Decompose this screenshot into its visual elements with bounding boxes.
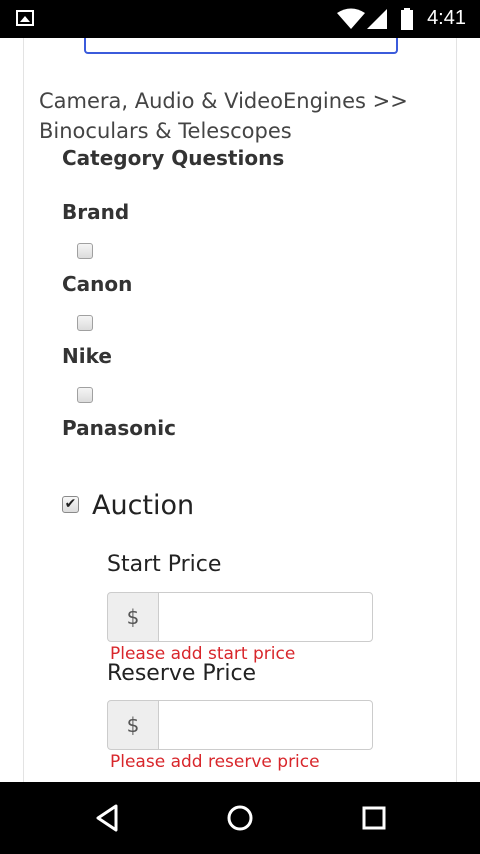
- status-bar: 4:41: [0, 0, 480, 38]
- clock: 4:41: [427, 7, 466, 29]
- title-input[interactable]: [84, 38, 398, 54]
- back-icon[interactable]: [92, 802, 124, 834]
- reserve-price-error: Please add reserve price: [110, 752, 320, 772]
- home-icon[interactable]: [224, 802, 256, 834]
- category-questions-title: Category Questions: [62, 146, 285, 170]
- start-price-group: $: [107, 592, 373, 642]
- brand-checkbox-panasonic[interactable]: [77, 387, 93, 403]
- start-price-label: Start Price: [107, 552, 222, 577]
- brand-checkbox-canon[interactable]: [77, 243, 93, 259]
- wifi-icon: [337, 8, 365, 29]
- auction-label: Auction: [92, 490, 195, 521]
- reserve-price-group: $: [107, 700, 373, 750]
- reserve-price-input[interactable]: [158, 700, 373, 750]
- currency-addon: $: [107, 700, 159, 750]
- checkmark-icon: ✔: [64, 496, 77, 512]
- navigation-bar: [0, 782, 480, 854]
- signal-icon: [367, 9, 387, 29]
- reserve-price-label: Reserve Price: [107, 661, 257, 686]
- brand-option-canon: Canon: [62, 272, 133, 296]
- category-breadcrumb: Camera, Audio & VideoEngines >> Binocula…: [39, 89, 408, 143]
- auction-checkbox[interactable]: ✔: [62, 496, 79, 513]
- listing-form: Camera, Audio & VideoEngines >> Binocula…: [0, 38, 480, 782]
- start-price-input[interactable]: [158, 592, 373, 642]
- brand-checkbox-nike[interactable]: [77, 315, 93, 331]
- image-notification-icon: [16, 10, 34, 26]
- brand-option-panasonic: Panasonic: [62, 416, 176, 440]
- brand-question-label: Brand: [62, 200, 130, 224]
- battery-icon: [401, 8, 413, 30]
- card-border: [23, 38, 24, 782]
- brand-option-nike: Nike: [62, 344, 112, 368]
- recents-icon[interactable]: [358, 802, 390, 834]
- card-border: [456, 38, 457, 782]
- currency-addon: $: [107, 592, 159, 642]
